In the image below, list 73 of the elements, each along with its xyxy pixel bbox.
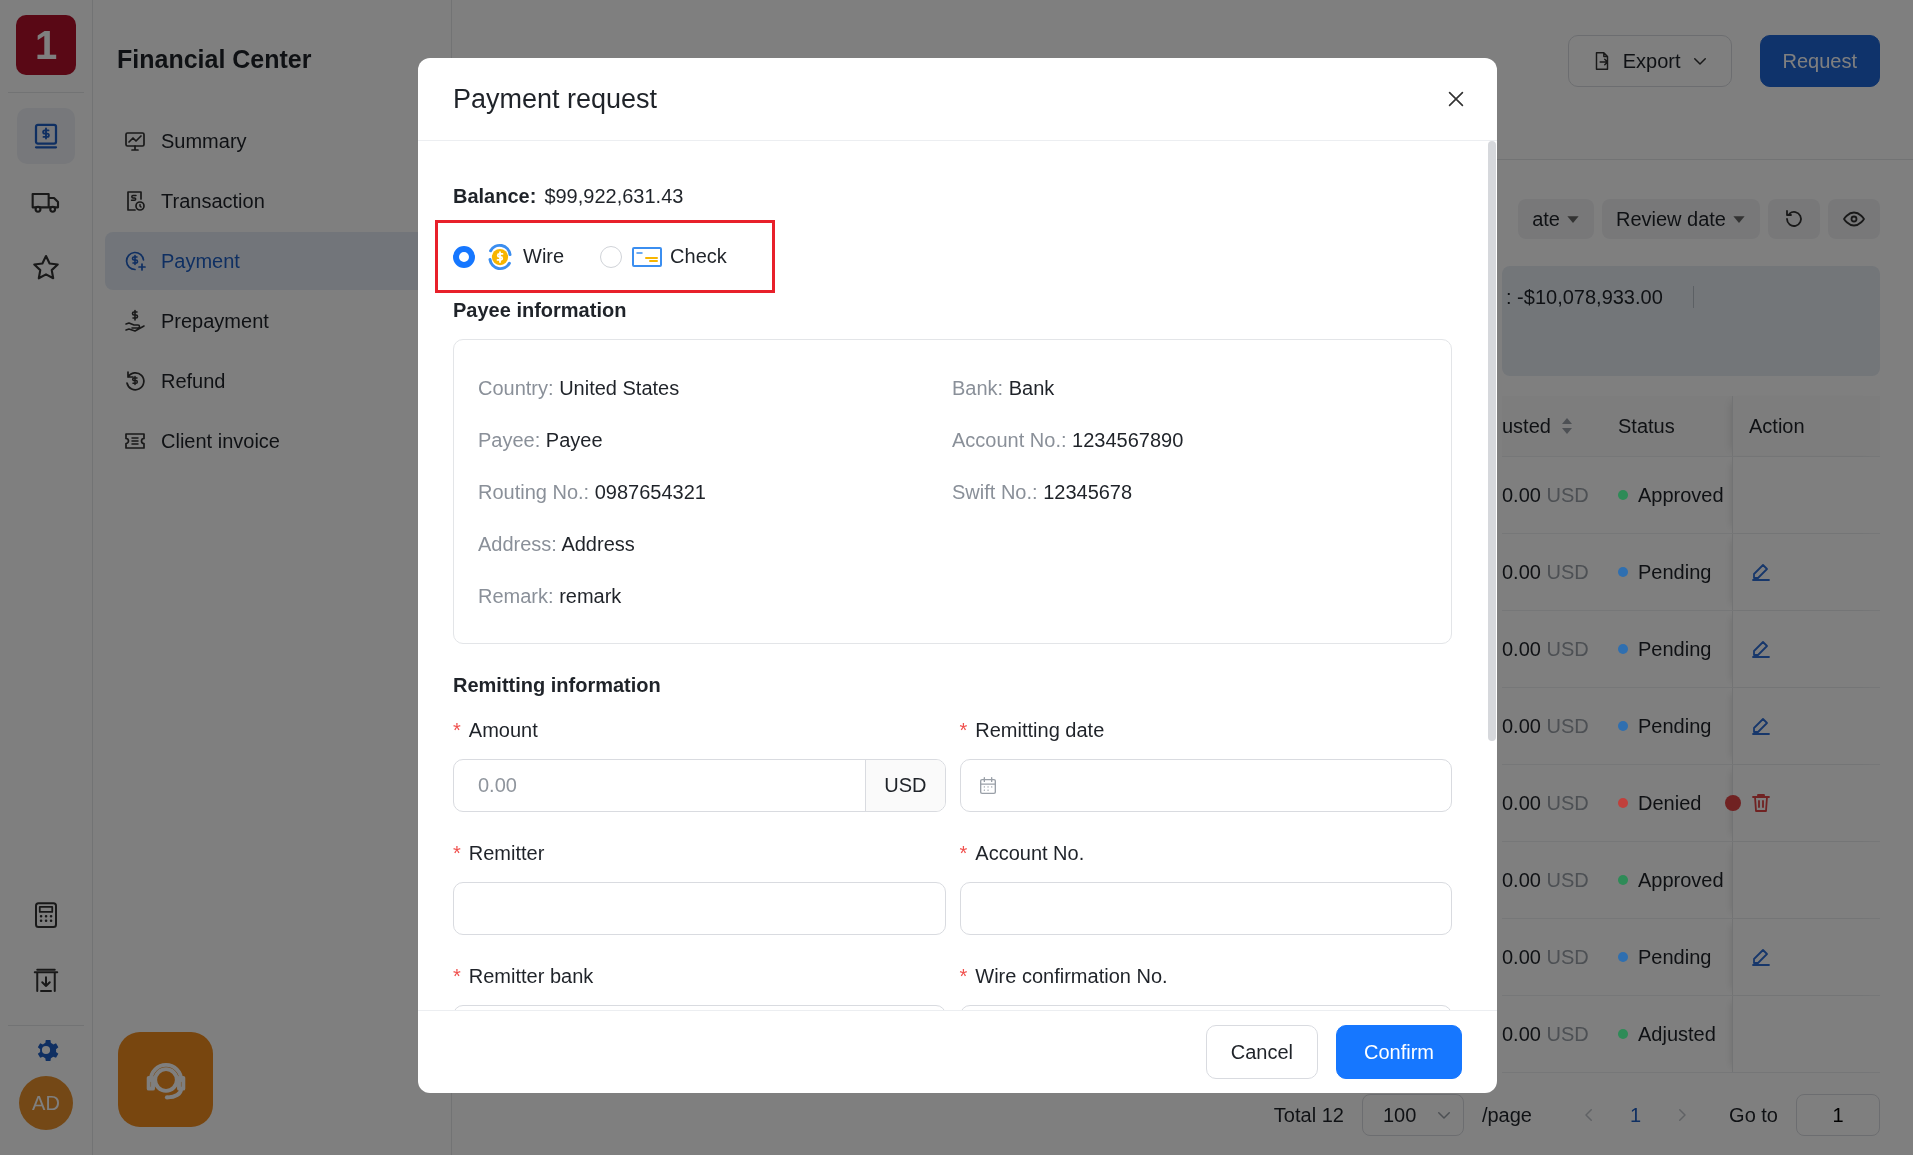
go-to-field[interactable]: 1 [1796, 1094, 1880, 1136]
dialog-title: Payment request [453, 83, 658, 115]
payment-method-option[interactable]: Wire [453, 241, 565, 272]
rail-button[interactable] [17, 108, 75, 164]
column-header: Action [1749, 414, 1805, 438]
status-text: Pending [1638, 945, 1712, 969]
sidebar-item[interactable]: Transaction [105, 172, 418, 230]
visibility-button[interactable] [1828, 199, 1880, 239]
payee-detail: Country: United States [478, 376, 681, 400]
cancel-button[interactable]: Cancel [1205, 1025, 1318, 1079]
export-button[interactable]: Export [1567, 35, 1732, 87]
status-text: Approved [1638, 483, 1724, 507]
status-text: Adjusted [1638, 1022, 1716, 1046]
hand-dollar-icon [123, 309, 147, 333]
section-heading: Payee information [453, 298, 628, 322]
input-field[interactable] [959, 882, 1452, 935]
input-field[interactable] [453, 882, 946, 935]
sidebar-item[interactable]: Refund [105, 352, 418, 410]
payment-method-option[interactable]: Check [600, 245, 727, 268]
caret-down-icon [1565, 214, 1580, 224]
radio-button[interactable] [453, 245, 475, 268]
field-label: * Remitter bank [453, 964, 595, 988]
sidebar-item[interactable]: Summary [105, 112, 418, 170]
section-heading: Remitting information [453, 673, 662, 697]
total-count: Total 12 [1273, 1103, 1344, 1127]
app-logo[interactable]: 1 [16, 15, 76, 75]
payee-detail: Remark: remark [478, 584, 623, 608]
request-button[interactable]: Request [1759, 35, 1880, 87]
date-field[interactable] [959, 759, 1452, 812]
payee-detail: Bank: Bank [952, 376, 1056, 400]
field-label: * Remitter [453, 841, 546, 865]
alert-dot [1725, 795, 1741, 811]
status-text: Denied [1638, 791, 1702, 815]
status-text: Pending [1638, 714, 1712, 738]
field-label: * Remitting date [959, 718, 1106, 742]
status-text: Pending [1638, 637, 1712, 661]
status-text: Approved [1638, 868, 1724, 892]
delete-icon[interactable] [1749, 791, 1773, 815]
summary-total: : -$10,078,933.00 [1502, 286, 1694, 308]
column-header: Status [1618, 414, 1675, 438]
status-text: Pending [1638, 560, 1712, 584]
sidebar-title: Financial Center [117, 45, 313, 75]
amount-field[interactable]: 0.00 USD [453, 759, 946, 812]
amount-input[interactable]: 0.00 [454, 760, 866, 811]
payee-detail: Routing No.: 0987654321 [478, 480, 707, 504]
support-button[interactable] [118, 1032, 213, 1127]
check-card-icon [632, 245, 663, 268]
payee-detail: Swift No.: 12345678 [952, 480, 1134, 504]
sidebar-item[interactable]: Prepayment [105, 292, 418, 350]
sort-icon[interactable] [1560, 417, 1573, 435]
go-to-label: Go to [1729, 1103, 1778, 1127]
refund-dollar-icon [123, 369, 147, 393]
chart-monitor-icon [123, 129, 147, 153]
confirm-button[interactable]: Confirm [1336, 1025, 1462, 1079]
balance-amount: $99,922,631.43 [544, 185, 684, 207]
dollar-plus-icon [123, 249, 147, 273]
filter-dropdown[interactable]: ate [1518, 199, 1594, 239]
sidebar-item[interactable]: Client invoice [105, 412, 418, 470]
field-label: * Amount [453, 718, 539, 742]
balance-label: Balance: [453, 185, 537, 207]
field-label: * Account No. [959, 841, 1086, 865]
payee-detail: Address: Address [478, 532, 636, 556]
refresh-button[interactable] [1768, 199, 1820, 239]
page-number[interactable]: 1 [1615, 1103, 1656, 1127]
page-size-select[interactable]: 100 [1361, 1094, 1464, 1136]
payee-detail: Payee: Payee [478, 428, 604, 452]
column-header: usted [1502, 414, 1551, 438]
caret-down-icon [1732, 214, 1746, 224]
payee-detail: Account No.: 1234567890 [952, 428, 1185, 452]
sidebar-item[interactable]: Payment [105, 232, 418, 290]
filter-dropdown[interactable]: Review date [1601, 199, 1760, 239]
field-label: * Wire confirmation No. [959, 964, 1169, 988]
per-page-label: /page [1481, 1103, 1532, 1127]
